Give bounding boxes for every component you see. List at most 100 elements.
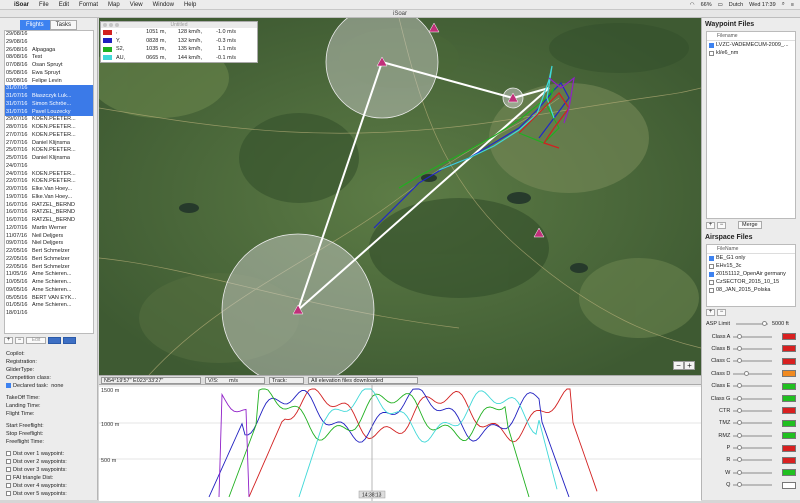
flight-row[interactable]: 05/08/16 Ewa Spruyt [5,70,93,78]
flight-row[interactable]: 16/07/16 RATZEL_BERND [5,217,93,225]
flight-row[interactable]: 28/07/16 KOEN.PEETER... [5,124,93,132]
flight-row[interactable]: 29/08/16 [5,31,93,39]
flight-row[interactable]: 09/05/16 Arne Schieren... [5,287,93,295]
close-icon[interactable] [103,23,107,27]
export-flight-button[interactable] [63,337,76,344]
flight-legend-window[interactable]: Untitled , 1051 m, 128 km/h, -1.0 m/s Y,… [100,21,258,63]
input-language[interactable]: Dutch [729,2,743,8]
airspace-class-knob[interactable] [737,395,743,401]
minimize-icon[interactable] [109,23,113,27]
clock[interactable]: Wed 17:39 [749,2,776,8]
airspace-file-checkbox[interactable] [709,279,714,285]
menu-window[interactable]: Window [153,2,174,8]
flight-row[interactable]: 25/07/16 KOEN.PEETER... [5,147,93,155]
airspace-class-knob[interactable] [737,420,743,426]
flight-row[interactable]: 31/07/16 [5,85,93,93]
airspace-class-color-well[interactable] [782,456,796,464]
airspace-class-knob[interactable] [744,370,750,376]
fai-triangle-checkbox[interactable] [6,475,11,481]
flight-row[interactable]: 31/07/16 Błaszczyk Luk... [5,93,93,101]
airspace-file-row[interactable]: BE_G1 only [707,254,795,262]
flight-row[interactable]: 31/07/16 Simon Schröe... [5,100,93,109]
altitude-graph[interactable]: 1500 m 1000 m 500 m 14:38:13 [99,384,701,501]
declared-task[interactable]: Declared task: none [6,382,96,390]
airspace-class-slider[interactable] [733,333,773,339]
waypoint-file-checkbox[interactable] [709,50,714,56]
airspace-class-knob[interactable] [737,383,743,389]
dist-4-wp-checkbox[interactable] [6,483,11,489]
airspace-file-checkbox[interactable] [709,287,714,293]
airspace-class-color-well[interactable] [782,481,796,489]
airspace-class-color-well[interactable] [782,345,796,353]
flight-row[interactable]: 31/07/16 Pavel Louzecky [5,108,93,117]
airspace-class-color-well[interactable] [782,469,796,477]
airspace-file-checkbox[interactable] [709,255,714,261]
legend-row[interactable]: , 1051 m, 128 km/h, -1.0 m/s [101,28,257,37]
airspace-class-slider[interactable] [733,469,773,475]
flight-row[interactable]: 10/05/16 Arne Schieren... [5,279,93,287]
flight-row[interactable]: 29/08/16 [5,39,93,47]
zoom-out-button[interactable]: − [673,361,684,370]
flight-row[interactable]: 03/08/16 Felipe Levin [5,78,93,86]
dist-3-wp-checkbox[interactable] [6,467,11,473]
airspace-class-knob[interactable] [737,469,743,475]
flight-row[interactable]: 29/07/16 KOEN.PEETER... [5,116,93,124]
flight-row[interactable]: 08/08/16 Test [5,54,93,62]
flight-row[interactable]: 22/07/16 KOEN.PEETER... [5,178,93,186]
flight-row[interactable]: 25/07/16 Daniel Klijnsma [5,155,93,163]
tab-flights[interactable]: Flights [19,20,50,30]
add-flight-button[interactable]: + [4,337,13,344]
wifi-icon[interactable]: ◠ [690,2,695,8]
flight-row[interactable]: 24/07/16 [5,163,93,171]
fai-triangle[interactable]: FAI triangle Dist: [6,474,96,482]
airspace-class-slider[interactable] [733,395,773,401]
legend-window-controls[interactable] [103,23,119,27]
waypoint-file-checkbox[interactable] [709,42,714,48]
airspace-class-slider[interactable] [733,432,773,438]
airspace-class-knob[interactable] [737,358,743,364]
edit-flight-button[interactable]: Edit [26,337,46,344]
dist-5-wp[interactable]: Dist over 5 waypoints: [6,490,96,498]
legend-row[interactable]: S2, 1035 m, 135 km/h, 1.1 m/s [101,45,257,54]
dist-2-wp-checkbox[interactable] [6,459,11,465]
airspace-class-color-well[interactable] [782,382,796,390]
dist-1-wp-checkbox[interactable] [6,451,11,457]
airspace-class-color-well[interactable] [782,370,796,378]
airspace-class-knob[interactable] [737,445,743,451]
airspace-class-knob[interactable] [737,482,743,488]
flight-row[interactable]: 18/01/16 [5,310,93,318]
flight-row[interactable] [5,318,93,326]
asp-limit-slider[interactable] [736,321,768,327]
airspace-class-color-well[interactable] [782,444,796,452]
flight-row[interactable]: 05/05/16 BERT VAN EYK... [5,295,93,303]
airspace-class-knob[interactable] [737,457,743,463]
airspace-class-color-well[interactable] [782,395,796,403]
legend-row[interactable]: Y, 0828 m, 132 km/h, -0.3 m/s [101,37,257,46]
airspace-class-knob[interactable] [737,407,743,413]
flight-row[interactable]: 22/05/16 Bert Schmelzer [5,256,93,264]
airspace-class-slider[interactable] [733,345,773,351]
flight-row[interactable]: 26/08/16 Alpagaga [5,47,93,55]
airspace-file-checkbox[interactable] [709,271,714,277]
dist-3-wp[interactable]: Dist over 3 waypoints: [6,466,96,474]
zoom-icon[interactable] [115,23,119,27]
airspace-file-row[interactable]: 08_JAN_2015_Polska [707,286,795,294]
menu-map[interactable]: Map [108,2,120,8]
flight-row[interactable]: 27/07/16 KOEN.PEETER... [5,132,93,140]
spotlight-icon[interactable]: ⌕ [782,1,785,8]
remove-waypoint-file-button[interactable]: − [717,221,726,229]
menu-file[interactable]: File [39,2,49,8]
flight-row[interactable]: 16/07/16 RATZEL_BERND [5,202,93,210]
airspace-class-slider[interactable] [733,358,773,364]
airspace-class-knob[interactable] [737,333,743,339]
airspace-class-color-well[interactable] [782,407,796,415]
airspace-file-row[interactable]: CzSECTOR_2015_10_15 [707,278,795,286]
battery-icon[interactable]: ▭ [718,2,723,8]
add-waypoint-file-button[interactable]: + [706,221,715,229]
menu-view[interactable]: View [130,2,143,8]
flight-row[interactable]: 24/07/16 KOEN.PEETER... [5,171,93,179]
flight-row[interactable]: 19/07/16 Elke.Van Hoey... [5,194,93,202]
airspace-class-color-well[interactable] [782,333,796,341]
tab-tasks[interactable]: Tasks [49,20,77,30]
map-view[interactable] [99,18,701,375]
